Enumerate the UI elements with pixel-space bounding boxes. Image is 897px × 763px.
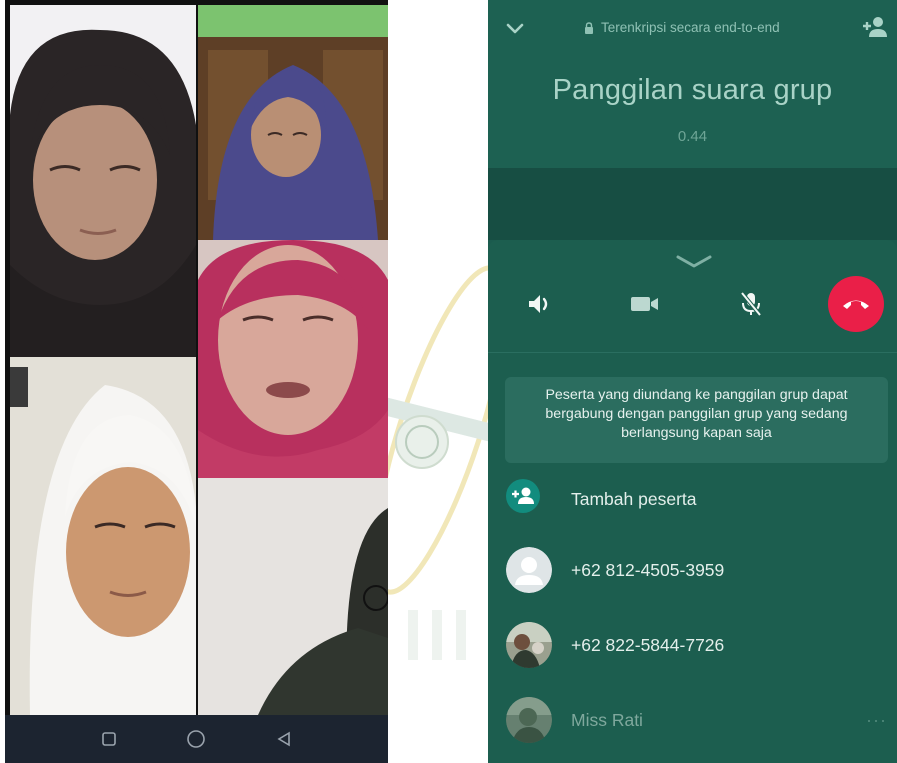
avatar	[506, 697, 552, 743]
avatar	[506, 622, 552, 668]
video-icon	[631, 297, 658, 311]
section-divider	[488, 352, 897, 353]
group-call-info-box: Peserta yang diundang ke panggilan grup …	[505, 377, 888, 463]
participant-row[interactable]: Miss Rati ···	[488, 697, 897, 757]
participant-row[interactable]: +62 812-4505-3959	[488, 547, 897, 607]
chevron-down-icon[interactable]	[504, 18, 526, 40]
call-header: Terenkripsi secara end-to-end Panggilan …	[488, 0, 897, 168]
screenshot-stage: Terenkripsi secara end-to-end Panggilan …	[0, 0, 897, 763]
speaker-icon	[529, 295, 548, 313]
participant-row[interactable]: +62 822-5844-7726	[488, 622, 897, 682]
participant-name: Miss Rati	[571, 710, 643, 730]
video-tile-participant-2[interactable]	[198, 5, 388, 240]
video-tile-participant-4[interactable]	[10, 357, 196, 715]
call-controls	[488, 276, 897, 332]
end-call-button[interactable]	[828, 276, 884, 332]
video-call-screen	[5, 0, 388, 763]
add-participant-row[interactable]: Tambah peserta	[488, 472, 897, 532]
add-participant-label: Tambah peserta	[571, 489, 697, 509]
video-tile-participant-1[interactable]	[10, 5, 196, 357]
collapse-handle-icon[interactable]	[674, 254, 714, 270]
add-participant-icon	[506, 479, 540, 513]
mute-button[interactable]	[725, 278, 777, 330]
encryption-notice: Terenkripsi secara end-to-end	[584, 20, 780, 35]
video-button[interactable]	[619, 278, 671, 330]
participant-name: +62 812-4505-3959	[571, 560, 725, 580]
encryption-text: Terenkripsi secara end-to-end	[601, 20, 780, 35]
participant-name: +62 822-5844-7726	[571, 635, 725, 655]
end-call-icon	[843, 300, 869, 309]
more-options-icon[interactable]: ···	[866, 710, 887, 731]
voice-call-screen: Terenkripsi secara end-to-end Panggilan …	[488, 0, 897, 763]
speaker-button[interactable]	[514, 278, 566, 330]
square-icon[interactable]	[98, 728, 120, 750]
lock-icon	[585, 21, 593, 34]
default-avatar-icon	[506, 547, 552, 593]
call-timer: 0.44	[677, 128, 708, 145]
call-spacer	[488, 168, 897, 240]
call-title: Panggilan suara grup	[552, 74, 833, 106]
mic-off-icon	[740, 291, 762, 317]
video-tile-participant-3[interactable]	[198, 240, 388, 478]
call-panel: Peserta yang diundang ke panggilan grup …	[488, 240, 897, 763]
android-nav-bar	[5, 715, 388, 763]
call-top-bar: Terenkripsi secara end-to-end	[488, 14, 897, 44]
circle-icon[interactable]	[185, 728, 207, 750]
triangle-back-icon[interactable]	[273, 728, 295, 750]
video-tile-participant-5[interactable]	[198, 478, 388, 715]
add-person-icon[interactable]	[861, 16, 889, 40]
